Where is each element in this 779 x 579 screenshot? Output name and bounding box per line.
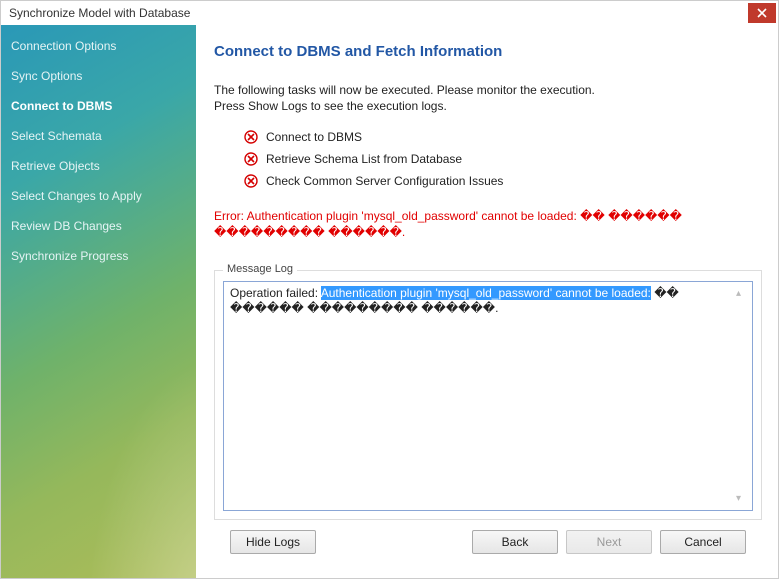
log-prefix: Operation failed:	[230, 286, 321, 300]
sidebar-item-select-changes[interactable]: Select Changes to Apply	[1, 181, 196, 211]
error-icon	[244, 130, 258, 144]
sidebar-item-sync-options[interactable]: Sync Options	[1, 61, 196, 91]
description-line-2: Press Show Logs to see the execution log…	[214, 99, 447, 113]
sidebar-item-connection-options[interactable]: Connection Options	[1, 31, 196, 61]
message-log-group: Message Log Operation failed: Authentica…	[214, 270, 762, 520]
next-button[interactable]: Next	[566, 530, 652, 554]
sidebar-item-sync-progress[interactable]: Synchronize Progress	[1, 241, 196, 271]
button-bar: Hide Logs Back Next Cancel	[214, 520, 762, 568]
hide-logs-button[interactable]: Hide Logs	[230, 530, 316, 554]
error-message: Error: Authentication plugin 'mysql_old_…	[214, 208, 762, 240]
scrollbar[interactable]: ▴ ▾	[736, 286, 750, 506]
cancel-button[interactable]: Cancel	[660, 530, 746, 554]
scroll-down-icon: ▾	[736, 491, 750, 506]
dialog-body: Connection Options Sync Options Connect …	[1, 25, 778, 578]
task-label: Retrieve Schema List from Database	[266, 152, 462, 166]
main-panel: Connect to DBMS and Fetch Information Th…	[196, 25, 778, 578]
error-icon	[244, 152, 258, 166]
task-row: Retrieve Schema List from Database	[244, 152, 762, 166]
sidebar-item-review-changes[interactable]: Review DB Changes	[1, 211, 196, 241]
titlebar: Synchronize Model with Database	[1, 1, 778, 25]
task-list: Connect to DBMS Retrieve Schema List fro…	[244, 130, 762, 196]
close-button[interactable]	[748, 3, 776, 23]
window-title: Synchronize Model with Database	[9, 6, 190, 20]
log-highlighted: Authentication plugin 'mysql_old_passwor…	[321, 286, 651, 300]
message-log-label: Message Log	[223, 263, 297, 275]
page-title: Connect to DBMS and Fetch Information	[214, 43, 762, 60]
dialog-window: Synchronize Model with Database Connecti…	[0, 0, 779, 579]
task-row: Check Common Server Configuration Issues	[244, 174, 762, 188]
description-line-1: The following tasks will now be executed…	[214, 83, 595, 97]
back-button[interactable]: Back	[472, 530, 558, 554]
error-icon	[244, 174, 258, 188]
close-icon	[757, 8, 767, 18]
task-label: Connect to DBMS	[266, 130, 362, 144]
scroll-up-icon: ▴	[736, 286, 750, 301]
task-row: Connect to DBMS	[244, 130, 762, 144]
wizard-sidebar: Connection Options Sync Options Connect …	[1, 25, 196, 578]
task-label: Check Common Server Configuration Issues	[266, 174, 503, 188]
sidebar-item-retrieve-objects[interactable]: Retrieve Objects	[1, 151, 196, 181]
sidebar-item-connect-dbms[interactable]: Connect to DBMS	[1, 91, 196, 121]
sidebar-item-select-schemata[interactable]: Select Schemata	[1, 121, 196, 151]
message-log[interactable]: Operation failed: Authentication plugin …	[223, 281, 753, 511]
page-description: The following tasks will now be executed…	[214, 82, 762, 114]
